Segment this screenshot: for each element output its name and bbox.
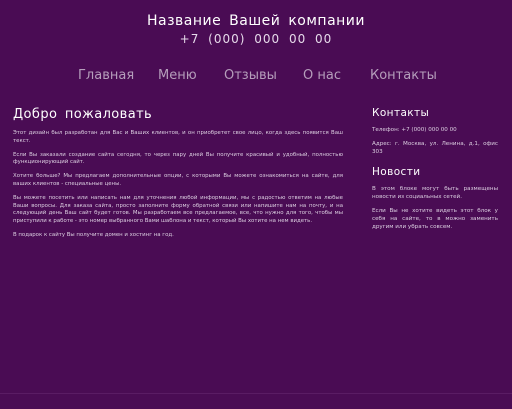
main-content: Добро пожаловать Этот дизайн был разрабо… [13, 107, 343, 246]
site-header: Название Вашей компании +7 (000) 000 00 … [0, 12, 512, 46]
footer-divider [0, 393, 512, 394]
nav-item-contacts[interactable]: Контакты [370, 68, 437, 83]
nav-item-menu[interactable]: Меню [158, 68, 197, 83]
sidebar: Контакты Телефон: +7 (000) 000 00 00 Адр… [372, 107, 498, 238]
main-paragraph: Если Вы заказали создание сайта сегодня,… [13, 151, 343, 166]
welcome-title: Добро пожаловать [13, 107, 153, 122]
sidebar-address: Адрес: г. Москва, ул. Ленина, д.1, офис … [372, 141, 498, 156]
nav-item-reviews[interactable]: Отзывы [224, 68, 277, 83]
nav-item-about[interactable]: О нас [303, 68, 341, 83]
main-paragraph: Хотите больше? Мы предлагаем дополнитель… [13, 173, 343, 187]
main-paragraph: Вы можете посетить или написать нам для … [13, 194, 343, 225]
sidebar-phone: Телефон: +7 (000) 000 00 00 [372, 127, 457, 133]
contacts-heading: Контакты [372, 107, 430, 119]
main-paragraph: Этот дизайн был разработан для Вас и Ваш… [13, 130, 343, 144]
header-phone[interactable]: +7 (000) 000 00 00 [0, 32, 512, 46]
company-name: Название Вашей компании [146, 13, 366, 29]
main-paragraph: В подарок к сайту Вы получите домен и хо… [13, 231, 174, 238]
main-nav: Главная Меню Отзывы О нас Контакты [62, 68, 462, 86]
nav-item-home[interactable]: Главная [78, 68, 134, 83]
news-heading: Новости [372, 165, 421, 178]
news-paragraph: Если Вы не хотите видеть этот блок у себ… [372, 208, 498, 231]
news-paragraph: В этом блоке могут быть размещены новост… [372, 185, 498, 200]
